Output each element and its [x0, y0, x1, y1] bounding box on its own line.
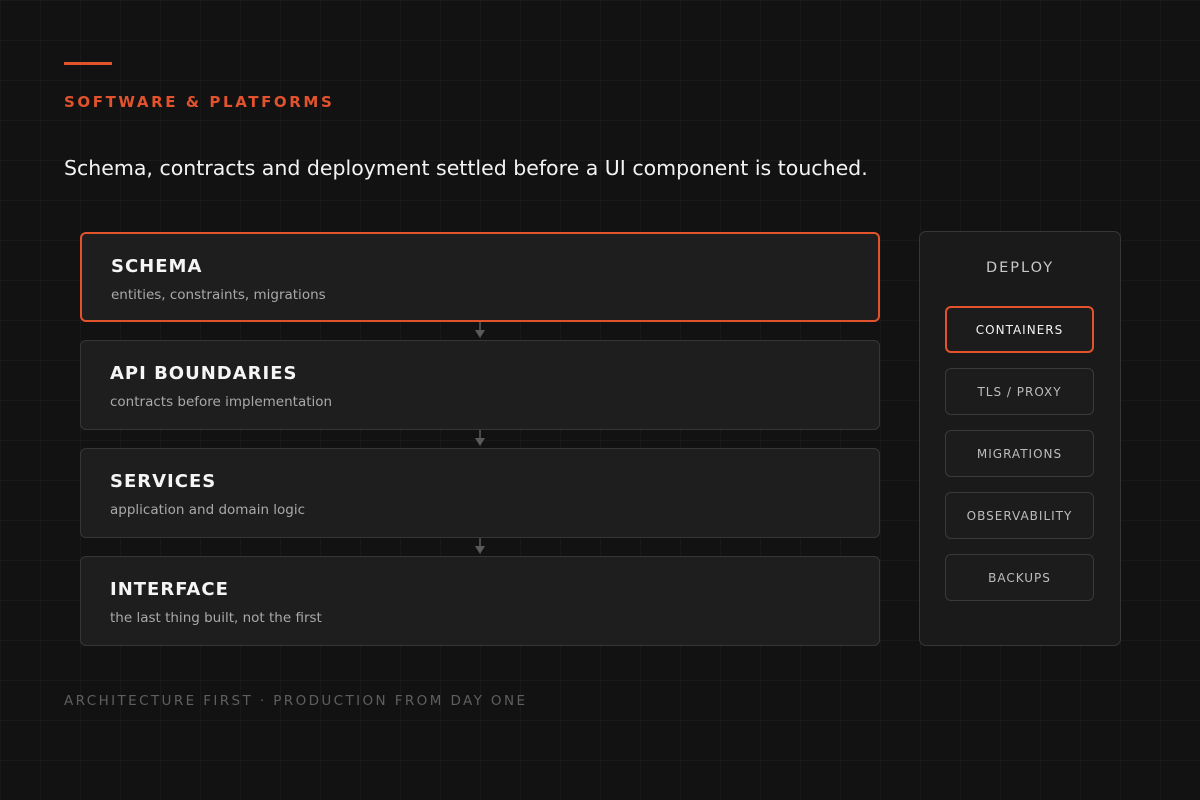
layer-title: SERVICES: [110, 471, 217, 492]
layer-subtitle: contracts before implementation: [110, 394, 333, 410]
down-arrow-icon: [473, 538, 487, 556]
layer-services: SERVICES application and domain logic: [80, 448, 880, 538]
deploy-item-migrations: MIGRATIONS: [945, 430, 1094, 477]
deploy-item-backups: BACKUPS: [945, 554, 1094, 601]
deploy-item-containers: CONTAINERS: [945, 306, 1094, 353]
layer-subtitle: entities, constraints, migrations: [111, 287, 326, 303]
section-eyebrow: SOFTWARE & PLATFORMS: [64, 93, 335, 111]
layer-title: INTERFACE: [110, 579, 229, 600]
page-headline: Schema, contracts and deployment settled…: [64, 156, 868, 180]
down-arrow-icon: [473, 430, 487, 448]
down-arrow-icon: [473, 322, 487, 340]
deploy-panel: DEPLOY CONTAINERS TLS / PROXY MIGRATIONS…: [919, 231, 1121, 646]
layer-title: SCHEMA: [111, 256, 203, 277]
layer-title: API BOUNDARIES: [110, 363, 298, 384]
deploy-item-observability: OBSERVABILITY: [945, 492, 1094, 539]
layer-interface: INTERFACE the last thing built, not the …: [80, 556, 880, 646]
layer-api-boundaries: API BOUNDARIES contracts before implemen…: [80, 340, 880, 430]
accent-rule: [64, 62, 112, 65]
deploy-title: DEPLOY: [985, 260, 1055, 276]
footer-tagline: ARCHITECTURE FIRST · PRODUCTION FROM DAY…: [64, 693, 528, 709]
layer-subtitle: the last thing built, not the first: [110, 610, 322, 626]
layer-subtitle: application and domain logic: [110, 502, 306, 518]
deploy-item-tls-proxy: TLS / PROXY: [945, 368, 1094, 415]
layer-schema: SCHEMA entities, constraints, migrations: [80, 232, 880, 322]
